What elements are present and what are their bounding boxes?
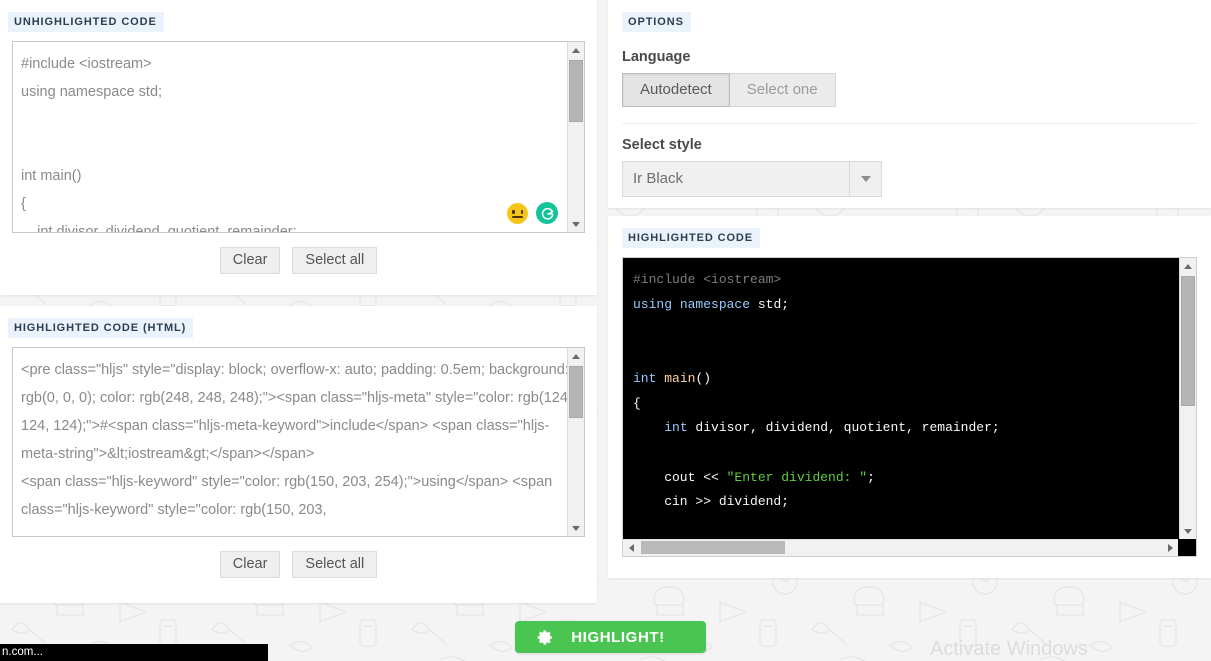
unhighlighted-code-text[interactable]: #include <iostream> using namespace std;…	[13, 42, 584, 232]
highlighted-html-panel-label: HIGHLIGHTED CODE (HTML)	[8, 318, 193, 338]
options-divider	[622, 123, 1197, 124]
options-panel-label: OPTIONS	[622, 12, 691, 32]
code-token	[633, 420, 664, 435]
chevron-down-icon[interactable]	[849, 162, 881, 196]
style-select-value[interactable]: Ir Black	[623, 162, 849, 196]
code-token: ()	[695, 371, 711, 386]
unhighlighted-code-panel-label: UNHIGHLIGHTED CODE	[8, 12, 164, 32]
code-line: cout << "Enter dividend: ";	[633, 466, 1178, 491]
code-token: divisor, dividend, quotient, remainder;	[688, 420, 1000, 435]
clear-button-unhighlighted[interactable]: Clear	[220, 247, 281, 274]
select-all-button-html[interactable]: Select all	[292, 551, 377, 578]
language-autodetect-button[interactable]: Autodetect	[622, 73, 730, 107]
code-token: main	[664, 371, 695, 386]
grammarly-badge[interactable]	[507, 202, 558, 224]
neutral-face-icon[interactable]	[507, 203, 528, 224]
code-token: cin >> dividend;	[633, 494, 789, 509]
code-line	[633, 515, 1178, 539]
highlighted-code-vertical-scrollbar[interactable]	[1179, 258, 1196, 539]
highlighted-code-panel: HIGHLIGHTED CODE #include <iostream> usin…	[608, 216, 1211, 578]
code-line	[633, 342, 1178, 367]
scroll-up-arrow-icon[interactable]	[568, 348, 584, 364]
code-line: {	[633, 392, 1178, 417]
page-root: UNHIGHLIGHTED CODE #include <iostream> u…	[0, 0, 1211, 661]
activate-windows-watermark: Activate Windows	[930, 638, 1088, 661]
code-line: int main()	[633, 367, 1178, 392]
language-select-one-button[interactable]: Select one	[730, 73, 836, 107]
scroll-up-arrow-icon[interactable]	[1180, 258, 1196, 274]
code-token: int	[633, 371, 656, 386]
highlighted-html-textarea-scrollbar[interactable]	[567, 348, 584, 536]
scrollbar-thumb[interactable]	[569, 60, 583, 122]
code-token: std;	[750, 297, 789, 312]
highlight-button-label: HIGHLIGHT!	[554, 629, 700, 646]
scroll-down-arrow-icon[interactable]	[568, 216, 584, 232]
scroll-down-arrow-icon[interactable]	[1180, 523, 1196, 539]
code-token: namespace	[680, 297, 750, 312]
unhighlighted-textarea-scrollbar[interactable]	[567, 42, 584, 232]
code-line: using namespace std;	[633, 293, 1178, 318]
code-token: ;	[867, 470, 875, 485]
code-line: int divisor, dividend, quotient, remaind…	[633, 416, 1178, 441]
highlighted-html-textarea[interactable]: <pre class="hljs" style="display: block;…	[12, 347, 585, 537]
scroll-up-arrow-icon[interactable]	[568, 42, 584, 58]
code-line: #include <iostream>	[633, 268, 1178, 293]
unhighlighted-code-textarea[interactable]: #include <iostream> using namespace std;…	[12, 41, 585, 233]
code-token: "Enter dividend: "	[727, 470, 867, 485]
highlighted-code-preview: #include <iostream>using namespace std; …	[622, 257, 1197, 557]
highlight-button[interactable]: HIGHLIGHT!	[515, 621, 706, 653]
scroll-left-arrow-icon[interactable]	[623, 540, 639, 556]
hscrollbar-thumb[interactable]	[641, 541, 785, 554]
scroll-right-arrow-icon[interactable]	[1162, 540, 1178, 556]
unhighlighted-actions: Clear Select all	[0, 247, 597, 274]
highlighted-html-text[interactable]: <pre class="hljs" style="display: block;…	[13, 348, 584, 536]
highlighted-html-actions: Clear Select all	[0, 551, 597, 578]
highlighted-html-panel: HIGHLIGHTED CODE (HTML) <pre class="hljs…	[0, 306, 597, 603]
style-select[interactable]: Ir Black	[622, 161, 882, 197]
code-token: #include <iostream>	[633, 272, 781, 287]
language-segmented-control[interactable]: Autodetect Select one	[622, 73, 1197, 107]
scroll-down-arrow-icon[interactable]	[568, 520, 584, 536]
code-token	[672, 297, 680, 312]
unhighlighted-code-panel: UNHIGHLIGHTED CODE #include <iostream> u…	[0, 0, 597, 295]
style-field-label: Select style	[622, 137, 1197, 153]
gear-icon	[537, 629, 554, 646]
browser-status-bar: n.com...	[0, 644, 268, 661]
code-token: int	[664, 420, 687, 435]
highlighted-code-panel-label: HIGHLIGHTED CODE	[622, 228, 760, 248]
code-token: {	[633, 396, 641, 411]
code-line	[633, 441, 1178, 466]
scrollbar-thumb[interactable]	[569, 366, 583, 418]
code-token: cout <<	[633, 470, 727, 485]
language-field-label: Language	[622, 49, 1197, 65]
highlighted-code-text: #include <iostream>using namespace std; …	[623, 258, 1178, 539]
code-line	[633, 317, 1178, 342]
scrollbar-thumb[interactable]	[1181, 276, 1195, 406]
code-token: using	[633, 297, 672, 312]
grammarly-logo-icon[interactable]	[536, 202, 558, 224]
select-all-button-unhighlighted[interactable]: Select all	[292, 247, 377, 274]
highlighted-code-horizontal-scrollbar[interactable]	[623, 539, 1178, 556]
clear-button-html[interactable]: Clear	[220, 551, 281, 578]
code-line: cin >> dividend;	[633, 490, 1178, 515]
options-panel: OPTIONS Language Autodetect Select one S…	[608, 0, 1211, 208]
